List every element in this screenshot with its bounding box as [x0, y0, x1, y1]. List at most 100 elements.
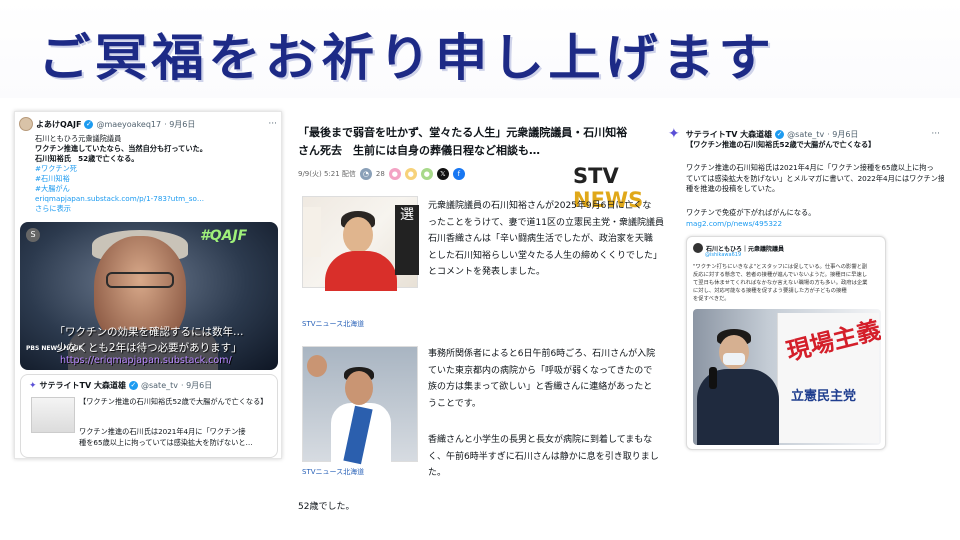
- tweet-header: ✦ サテライトTV 大森道雄 ✓ @sate_tv · 9月6日 ···: [664, 116, 944, 142]
- photo-credit[interactable]: STVニュース北海道: [302, 467, 364, 477]
- left-tweet-card[interactable]: よあけQAJF ✓ @maeyoakeq17 · 9月6日 ··· 石川ともひろ…: [14, 111, 282, 459]
- news-article: 「最後まで弱音を吐かず、堂々たる人生」元衆議院議員・石川知裕 さん死去 生前には…: [290, 112, 670, 516]
- tweet-line-text: 石川知裕氏 52歳で亡くなる。: [35, 154, 139, 163]
- embedded-line: て翌日も休ませてくれればなかなか言えない職場の方も多い。政府は企業: [693, 280, 868, 286]
- tweet-line: ワクチンで免疫が下がればがんになる。: [686, 208, 816, 217]
- facebook-share-icon[interactable]: f: [452, 168, 465, 180]
- satellite-icon[interactable]: ✦: [668, 126, 680, 142]
- embedded-line: に対し、対応可能なる接種を促すよう要請した方が子どもの接種: [693, 288, 847, 294]
- source-icon: S: [26, 228, 40, 242]
- headline-banner: ご冥福をお祈り申し上げます: [0, 0, 960, 98]
- banner-left: [303, 207, 321, 257]
- tweet-line: 種を推進の投稿をしていた。: [686, 184, 780, 193]
- reaction-icon[interactable]: ●: [404, 168, 417, 180]
- author-name[interactable]: サテライトTV 大森道雄: [686, 129, 772, 140]
- article-meta: 9/9(火) 5:21 配信 ◔ 28 ● ● ● 𝕏 f: [298, 168, 465, 180]
- paragraph-line: 香織さんと小学生の長男と長女が病院に到着してまもな: [428, 435, 653, 445]
- video-caption-2: 少なくとも2年は待つ必要があります」: [56, 342, 242, 354]
- article-closing: 52歳でした。: [298, 502, 355, 512]
- article-title-line: さん死去 生前には自身の葬儀日程など相談も…: [298, 144, 540, 157]
- paragraph-line: とコメントを発表しました。: [428, 267, 546, 277]
- comment-count[interactable]: 28: [376, 170, 385, 178]
- reaction-icon[interactable]: ●: [388, 168, 401, 180]
- paragraph-line: 族の方は集まって欲しい」と香織さんに連絡があったと: [428, 382, 653, 392]
- author-name[interactable]: よあけQAJF: [36, 119, 81, 130]
- quote-title: 【ワクチン推進の石川知裕氏52歳で大腸がんで亡くなる】: [79, 397, 268, 406]
- reaction-icon[interactable]: ●: [420, 168, 433, 180]
- microphone-icon: [709, 367, 717, 389]
- paragraph-line: 事務所関係者によると6日午前6時ごろ、石川さんが入院: [428, 349, 656, 359]
- article-paragraph: 香織さんと小学生の長男と長女が病院に到着してまもな く、午前6時半すぎに石川さん…: [428, 432, 659, 482]
- publish-date: 9/9(火) 5:21 配信: [298, 170, 356, 178]
- photo-credit[interactable]: STVニュース北海道: [302, 319, 364, 329]
- tweet-date[interactable]: · 9月6日: [827, 129, 858, 140]
- video-caption-1: 「ワクチンの効果を確認するには数年…: [54, 326, 244, 338]
- video-thumbnail[interactable]: S #QAJF PBS NEWS HOUR 「ワクチンの効果を確認するには数年……: [20, 222, 278, 370]
- face-mask: [723, 353, 745, 365]
- tweet-line: 石川知裕氏 52歳で亡くなる。: [35, 154, 277, 164]
- logo-part: STV: [573, 164, 619, 188]
- quote-line: ワクチン推進の石川氏は2021年4月に「ワクチン接: [79, 427, 246, 436]
- right-tweet-card[interactable]: ✦ サテライトTV 大森道雄 ✓ @sate_tv · 9月6日 ··· 【ワク…: [664, 116, 944, 456]
- author-handle[interactable]: @maeyoakeq17: [96, 120, 161, 129]
- satellite-icon: ✦: [29, 380, 37, 391]
- tweet-line: ワクチン推進していたなら、当然自分も打っていた。: [35, 144, 207, 153]
- paragraph-line: く、午前6時半すぎに石川さんは静かに息を引き取りまし: [428, 451, 659, 462]
- paragraph-line: た。: [428, 468, 447, 478]
- embedded-tweet-image[interactable]: 石川ともひろ｜元衆議院議員 @ishikawa619 "ワクチン打ちにいきなよ"…: [686, 236, 886, 450]
- avatar[interactable]: [19, 117, 33, 131]
- quoted-tweet[interactable]: ✦ サテライトTV 大森道雄 ✓ @sate_tv · 9月6日 【ワクチン推進…: [20, 374, 278, 458]
- verified-icon: ✓: [775, 129, 785, 139]
- article-paragraph: 元衆議院議員の石川知裕さんが2025年9月6日に亡くな ったことをうけて、妻で道…: [428, 198, 664, 281]
- tweet-paragraph: ワクチンで免疫が下がればがんになる。 mag2.com/p/news/49532…: [686, 208, 815, 229]
- quote-handle[interactable]: @sate_tv: [141, 381, 178, 390]
- quote-line: 種を65歳以上に拘っていては感染拡大を防げないと…: [79, 437, 253, 447]
- quote-author-name[interactable]: サテライトTV 大森道雄: [40, 380, 126, 391]
- article-paragraph: 事務所関係者によると6日午前6時ごろ、石川さんが入院 ていた東京都内の病院から「…: [428, 346, 655, 412]
- external-link[interactable]: eriqmapjapan.substack.com/p/1-783?utm_so…: [35, 194, 277, 204]
- article-photo-2[interactable]: [302, 346, 418, 465]
- avatar: [693, 243, 703, 253]
- tweet-date[interactable]: · 9月6日: [164, 119, 195, 130]
- tweet-line: 石川ともひろ元衆議院議員: [35, 134, 122, 143]
- election-sign: 選: [395, 205, 419, 275]
- author-handle[interactable]: @sate_tv: [787, 130, 824, 139]
- more-options-icon[interactable]: ···: [931, 129, 940, 139]
- paragraph-line: ていた東京都内の病院から「呼吸が弱くなってきたので: [428, 365, 653, 376]
- tweet-title: 【ワクチン推進の石川知裕氏52歳で大腸がんで亡くなる】: [686, 140, 876, 149]
- overlay-tag: #QAJF: [200, 228, 248, 244]
- verified-icon: ✓: [128, 381, 138, 390]
- person-head: [343, 217, 373, 253]
- verified-icon: ✓: [84, 119, 94, 129]
- tweet-text: 石川ともひろ元衆議院議員 ワクチン推進していたなら、当然自分も打っていた。 石川…: [15, 131, 281, 214]
- person-glasses: [106, 272, 174, 288]
- x-share-icon[interactable]: 𝕏: [436, 168, 449, 180]
- paragraph-line: ったことをうけて、妻で道11区の立憲民主党・衆議院議員: [428, 217, 665, 228]
- external-link[interactable]: mag2.com/p/news/495322: [686, 219, 815, 230]
- tweet-header: よあけQAJF ✓ @maeyoakeq17 · 9月6日 ···: [15, 112, 281, 131]
- hashtag-link[interactable]: #ワクチン死: [35, 164, 277, 174]
- more-options-icon[interactable]: ···: [268, 119, 277, 129]
- video-url-overlay: https://eriqmapjapan.substack.com/: [60, 355, 232, 366]
- article-photo-1[interactable]: 選: [302, 196, 419, 291]
- embedded-line: "ワクチン打ちにいきなよ"とスタッフには促している。仕事への影響と副: [693, 264, 868, 270]
- banner-party: 立憲民主党: [791, 389, 857, 404]
- raised-hand: [307, 355, 327, 377]
- hashtag-link[interactable]: #大腸がん: [35, 184, 277, 194]
- embedded-photo: 現場主義 立憲民主党: [693, 309, 881, 445]
- tweet-paragraph: ワクチン推進の石川知裕氏は2021年4月に「ワクチン接種を65歳以上に拘っ てい…: [686, 163, 944, 195]
- quote-date: · 9月6日: [180, 381, 213, 390]
- person-head: [345, 371, 373, 405]
- quote-body: ワクチン推進の石川氏は2021年4月に「ワクチン接 種を65歳以上に拘っていては…: [79, 427, 253, 448]
- article-title-line: 「最後まで弱音を吐かず、堂々たる人生」元衆議院議員・石川知裕: [298, 126, 628, 139]
- quote-header: ✦ サテライトTV 大森道雄 ✓ @sate_tv · 9月6日: [21, 375, 277, 391]
- person-body: [325, 251, 397, 291]
- quote-thumbnail[interactable]: [31, 397, 75, 433]
- tweet-line: ワクチン推進の石川知裕氏は2021年4月に「ワクチン接種を65歳以上に拘っ: [686, 163, 934, 172]
- show-more-link[interactable]: さらに表示: [35, 204, 277, 214]
- article-title[interactable]: 「最後まで弱音を吐かず、堂々たる人生」元衆議院議員・石川知裕 さん死去 生前には…: [298, 124, 627, 160]
- comment-icon[interactable]: ◔: [359, 168, 372, 180]
- tweet-line: ていては感染拡大を防げない」とメルマガに書いて、2022年4月にはワクチン接: [686, 173, 944, 183]
- paragraph-line: 元衆議院議員の石川知裕さんが2025年9月6日に亡くな: [428, 201, 652, 211]
- hashtag-link[interactable]: #石川知裕: [35, 174, 277, 184]
